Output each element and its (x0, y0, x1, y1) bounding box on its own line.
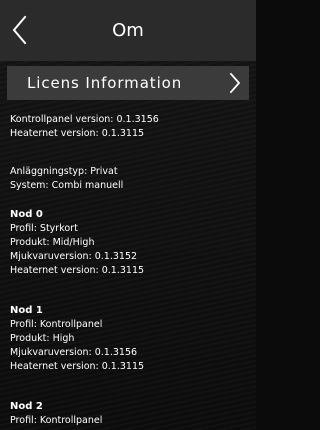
node-0-profile: Profil: Styrkort (10, 223, 78, 234)
system-type: System: Combi manuell (10, 180, 124, 191)
system-info: Anläggningstyp: Privat System: Combi man… (10, 165, 123, 193)
node-1-title: Nod 1 (10, 305, 43, 316)
node-0-software-version: Mjukvaruversion: 0.1.3152 (10, 251, 138, 262)
license-information-button[interactable]: Licens Information (7, 66, 249, 100)
kontrollpanel-version: Kontrollpanel version: 0.1.3156 (10, 114, 159, 125)
node-1-profile: Profil: Kontrollpanel (10, 319, 103, 330)
node-0-title: Nod 0 (10, 209, 43, 220)
node-1-heaternet-version: Heaternet version: 0.1.3115 (10, 361, 145, 372)
version-info: Kontrollpanel version: 0.1.3156 Heaterne… (10, 113, 159, 141)
chevron-right-icon (228, 72, 242, 94)
node-1-software-version: Mjukvaruversion: 0.1.3156 (10, 347, 138, 358)
page-title: Om (112, 20, 144, 41)
header-bar: Om (0, 0, 256, 61)
node-0-info: Nod 0 Profil: Styrkort Produkt: Mid/High… (10, 208, 144, 278)
license-information-label: Licens Information (27, 74, 183, 92)
node-2-profile: Profil: Kontrollpanel (10, 415, 103, 426)
node-1-info: Nod 1 Profil: Kontrollpanel Produkt: Hig… (10, 304, 144, 374)
node-0-product: Produkt: Mid/High (10, 237, 95, 248)
node-2-info: Nod 2 Profil: Kontrollpanel (10, 400, 102, 428)
back-button[interactable] (9, 14, 31, 46)
chevron-left-icon (12, 15, 27, 45)
installation-type: Anläggningstyp: Privat (10, 166, 118, 177)
heaternet-version: Heaternet version: 0.1.3115 (10, 128, 145, 139)
node-2-title: Nod 2 (10, 401, 43, 412)
node-1-product: Produkt: High (10, 333, 75, 344)
node-0-heaternet-version: Heaternet version: 0.1.3115 (10, 265, 145, 276)
about-screen: Om Licens Information Kontrollpanel vers… (0, 0, 256, 430)
